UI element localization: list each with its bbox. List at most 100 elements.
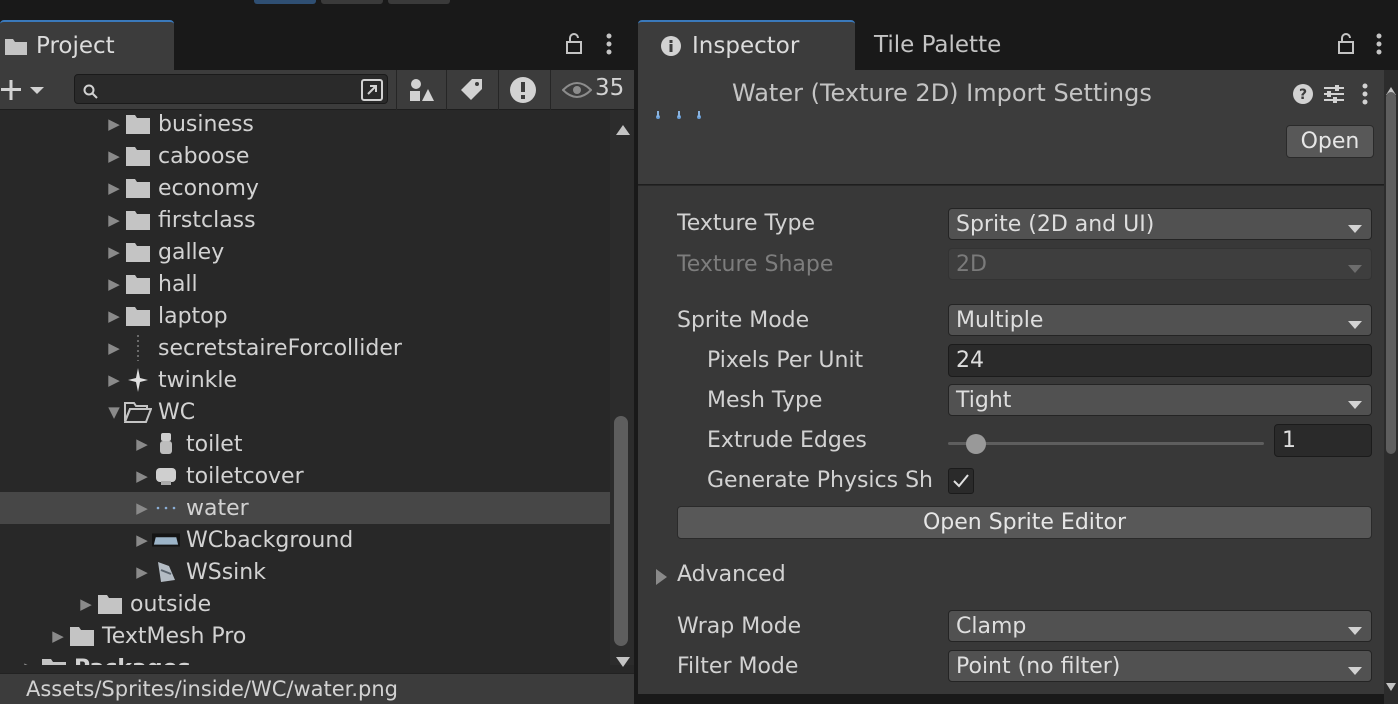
tree-row[interactable]: ▶ outside	[0, 588, 610, 620]
expand-arrow-right-icon[interactable]: ▶	[104, 371, 124, 389]
expand-arrow-right-icon[interactable]: ▶	[104, 275, 124, 293]
help-icon[interactable]: ?	[1292, 83, 1314, 111]
pixels-per-unit-input[interactable]: 24	[948, 344, 1372, 377]
tree-row-label: laptop	[158, 303, 228, 329]
import-settings-header: Water (Texture 2D) Import Settings ? Ope…	[638, 70, 1384, 185]
open-sprite-editor-button[interactable]: Open Sprite Editor	[677, 506, 1372, 539]
expand-arrow-right-icon[interactable]: ▶	[104, 115, 124, 133]
folder-icon	[96, 592, 124, 616]
expand-arrow-right-icon[interactable]: ▶	[132, 499, 152, 517]
tree-row[interactable]: ▶ laptop	[0, 300, 610, 332]
toolbar-separator	[446, 70, 447, 110]
expand-arrow-right-icon[interactable]: ▶	[132, 563, 152, 581]
tree-row-label: TextMesh Pro	[102, 623, 247, 649]
mesh-type-dropdown[interactable]: Tight	[948, 384, 1372, 416]
sprite-mode-label: Sprite Mode	[677, 308, 810, 333]
expand-arrow-down-icon[interactable]: ▼	[104, 403, 124, 421]
slider-handle[interactable]	[966, 434, 986, 454]
open-sprite-editor-label: Open Sprite Editor	[922, 510, 1127, 535]
toolbar-step-button[interactable]	[388, 0, 450, 4]
filter-by-type-icon[interactable]	[408, 77, 434, 109]
expand-arrow-right-icon[interactable]: ▶	[104, 179, 124, 197]
slider-track	[948, 442, 1264, 445]
tab-tile-palette-label: Tile Palette	[874, 32, 1002, 58]
tree-row[interactable]: ▶ TextMesh Pro	[0, 620, 610, 652]
tree-row[interactable]: ▶ toiletcover	[0, 460, 610, 492]
sprite-dotted-icon	[124, 335, 152, 361]
tree-row[interactable]: ▶ caboose	[0, 140, 610, 172]
toolbar-play-button[interactable]	[254, 0, 316, 4]
filter-mode-dropdown[interactable]: Point (no filter)	[948, 650, 1372, 682]
expand-arrow-right-icon[interactable]: ▶	[20, 659, 40, 665]
inspector-scrollbar[interactable]	[1384, 70, 1398, 704]
wrap-mode-label: Wrap Mode	[677, 614, 802, 639]
tab-inspector[interactable]: Inspector	[638, 20, 855, 70]
tree-row[interactable]: ▶ twinkle	[0, 364, 610, 396]
scroll-thumb[interactable]	[614, 416, 628, 646]
tree-row[interactable]: ▶ firstclass	[0, 204, 610, 236]
scroll-down-icon[interactable]	[1386, 672, 1396, 697]
tree-row-selected[interactable]: ▶ water	[0, 492, 610, 524]
expand-arrow-right-icon[interactable]: ▶	[76, 595, 96, 613]
add-icon[interactable]	[0, 78, 48, 108]
scroll-up-icon[interactable]	[616, 116, 630, 141]
lock-icon[interactable]	[564, 32, 584, 62]
folder-icon	[124, 272, 152, 296]
project-scrollbar[interactable]	[610, 110, 634, 667]
advanced-foldout-arrow-icon[interactable]	[654, 567, 668, 592]
expand-arrow-right-icon[interactable]: ▶	[104, 307, 124, 325]
selected-asset-path: Assets/Sprites/inside/WC/water.png	[0, 673, 634, 704]
generate-physics-checkbox[interactable]	[948, 468, 974, 494]
more-options-icon[interactable]	[1360, 82, 1370, 112]
visibility-icon[interactable]	[561, 80, 593, 106]
more-options-icon[interactable]	[602, 32, 616, 62]
tab-project[interactable]: Project	[0, 20, 174, 70]
tab-tile-palette[interactable]: Tile Palette	[874, 20, 1001, 70]
filter-by-label-icon[interactable]	[460, 77, 484, 109]
presets-icon[interactable]	[1322, 82, 1346, 112]
warning-icon[interactable]	[509, 76, 537, 110]
tree-row[interactable]: ▶ secretstaireForcollider	[0, 332, 610, 364]
tree-row[interactable]: ▶ toilet	[0, 428, 610, 460]
tree-row[interactable]: ▶ economy	[0, 172, 610, 204]
tree-row[interactable]: ▶ WSsink	[0, 556, 610, 588]
expand-arrow-right-icon[interactable]: ▶	[104, 211, 124, 229]
project-tabbar: Project	[0, 20, 634, 70]
scroll-down-icon[interactable]	[616, 648, 630, 673]
expand-arrow-right-icon[interactable]: ▶	[132, 531, 152, 549]
tree-row[interactable]: ▶ hall	[0, 268, 610, 300]
checkmark-icon	[952, 473, 970, 489]
tree-row[interactable]: ▼ WC	[0, 396, 610, 428]
expand-arrow-right-icon[interactable]: ▶	[132, 467, 152, 485]
expand-arrow-right-icon[interactable]: ▶	[104, 339, 124, 357]
search-by-type-icon[interactable]	[360, 78, 384, 108]
open-button[interactable]: Open	[1286, 125, 1374, 158]
tree-row-label: business	[158, 111, 254, 137]
filter-mode-value: Point (no filter)	[956, 653, 1121, 679]
more-options-icon[interactable]	[1372, 32, 1386, 62]
tree-row[interactable]: ▶ Packages	[0, 652, 610, 665]
advanced-foldout-label[interactable]: Advanced	[677, 562, 786, 587]
expand-arrow-right-icon[interactable]: ▶	[132, 435, 152, 453]
wrap-mode-dropdown[interactable]: Clamp	[948, 610, 1372, 642]
visible-count: 35	[595, 75, 625, 101]
sprite-mode-dropdown[interactable]: Multiple	[948, 304, 1372, 336]
project-panel: Project 35 ▶ business ▶ caboose ▶ econom…	[0, 20, 634, 704]
extrude-edges-input[interactable]: 1	[1274, 424, 1372, 457]
expand-arrow-right-icon[interactable]: ▶	[104, 243, 124, 261]
lock-icon[interactable]	[1336, 32, 1356, 62]
tree-row[interactable]: ▶ business	[0, 110, 610, 140]
expand-arrow-right-icon[interactable]: ▶	[48, 627, 68, 645]
expand-arrow-right-icon[interactable]: ▶	[104, 147, 124, 165]
extrude-edges-slider[interactable]	[948, 430, 1264, 458]
toolbar-pause-button[interactable]	[321, 0, 383, 4]
tree-row[interactable]: ▶ galley	[0, 236, 610, 268]
tree-row[interactable]: ▶ WCbackground	[0, 524, 610, 556]
search-input[interactable]	[74, 74, 388, 104]
project-toolbar: 35	[0, 70, 634, 110]
tree-row-label: toilet	[186, 431, 243, 457]
dropdown-arrow-icon	[1347, 217, 1363, 242]
scroll-thumb[interactable]	[1386, 92, 1396, 454]
texture-type-dropdown[interactable]: Sprite (2D and UI)	[948, 208, 1372, 240]
tab-project-label: Project	[36, 33, 115, 59]
